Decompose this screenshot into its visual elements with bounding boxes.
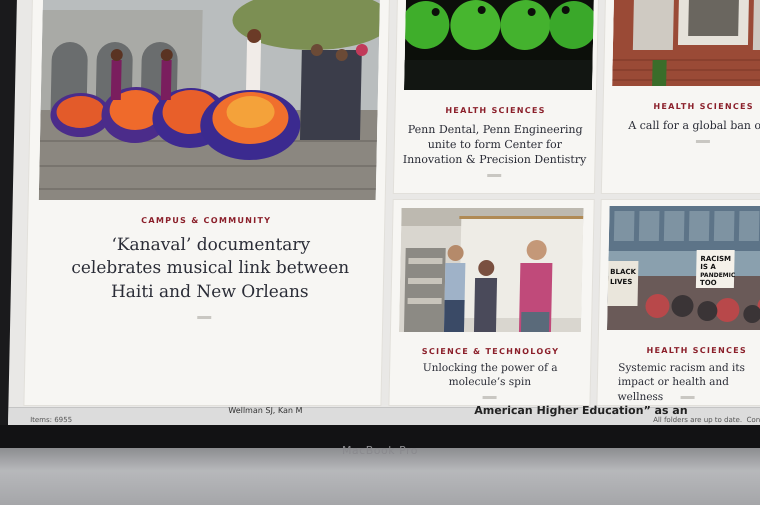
app-status-bar: Wellman SJ, Kan M American Higher Educat… — [8, 404, 760, 425]
article-divider — [695, 140, 710, 143]
sync-status: All folders are up to date. Conn — [653, 416, 760, 424]
article-card-dental[interactable]: HEALTH SCIENCES Penn Dental, Penn Engine… — [393, 0, 598, 193]
article-divider — [197, 316, 212, 319]
protest-sign-text: LIVES — [610, 278, 632, 286]
article-category[interactable]: SCIENCE & TECHNOLOGY — [390, 347, 590, 356]
article-card-systemic-racism[interactable]: RACISM IS A PANDEMIC TOO BLACK LIVES HEA… — [597, 200, 760, 405]
connection-status: Conn — [746, 416, 760, 424]
article-title[interactable]: A call for a global ban on lead p — [628, 118, 760, 133]
article-photo-petri-dishes[interactable] — [404, 0, 594, 90]
sync-status-text: All folders are up to date. — [653, 416, 743, 424]
protest-sign-text: PANDEMIC — [700, 272, 736, 279]
article-card-lead-ban[interactable]: HEALTH SCIENCES A call for a global ban … — [601, 0, 760, 193]
article-divider — [680, 396, 695, 399]
article-photo-researchers[interactable] — [398, 208, 584, 332]
article-card-kanaval[interactable]: CAMPUS & COMMUNITY ‘Kanaval’ documentary… — [24, 0, 389, 405]
article-divider — [482, 396, 497, 399]
article-photo-brick-building[interactable] — [612, 0, 760, 86]
article-title[interactable]: Unlocking the power of a molecule’s spin — [410, 361, 571, 390]
article-title[interactable]: ‘Kanaval’ documentary celebrates musical… — [67, 234, 354, 304]
browser-viewport: CAMPUS & COMMUNITY ‘Kanaval’ documentary… — [8, 0, 760, 425]
device-brand-label: MacBook Pro — [341, 444, 419, 457]
article-photo-protest[interactable]: RACISM IS A PANDEMIC TOO BLACK LIVES — [606, 206, 760, 330]
list-author-peek: Wellman SJ, Kan M — [228, 406, 303, 415]
protest-sign-text: BLACK — [610, 268, 637, 276]
article-category[interactable]: CAMPUS & COMMUNITY — [28, 216, 384, 225]
article-card-molecule-spin[interactable]: SCIENCE & TECHNOLOGY Unlocking the power… — [389, 200, 594, 405]
item-count: Items: 6955 — [30, 416, 73, 424]
article-category[interactable]: HEALTH SCIENCES — [604, 102, 760, 111]
article-category[interactable]: HEALTH SCIENCES — [395, 106, 595, 115]
article-divider — [487, 174, 502, 177]
article-title[interactable]: Penn Dental, Penn Engineering unite to f… — [400, 122, 589, 168]
protest-sign-text: IS A — [700, 263, 716, 271]
protest-sign-text: RACISM — [700, 255, 731, 263]
protest-sign-text: TOO — [700, 279, 717, 287]
article-category[interactable]: HEALTH SCIENCES — [646, 346, 760, 355]
article-photo-dancers[interactable] — [38, 0, 380, 200]
